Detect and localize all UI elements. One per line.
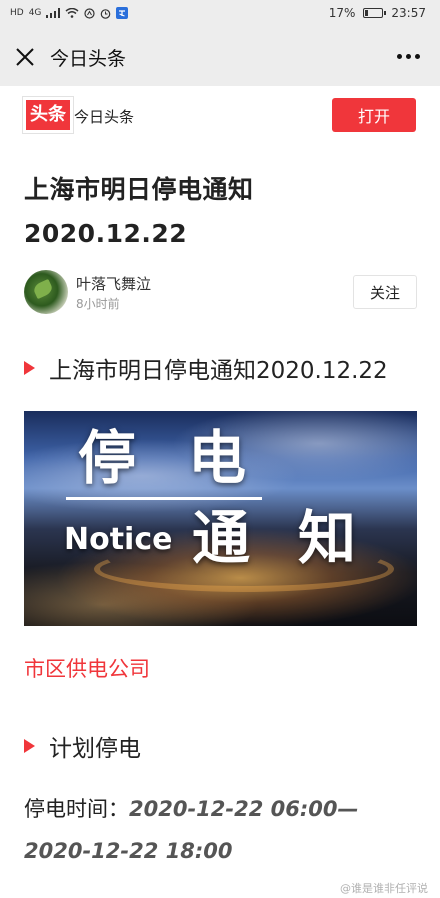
avatar[interactable] [24, 270, 68, 314]
article-title: 上海市明日停电通知 2020.12.22 [24, 168, 420, 256]
image-char-zhi: 知 [298, 504, 357, 572]
title-line-1: 上海市明日停电通知 [24, 175, 254, 204]
section-heading: 上海市明日停电通知2020.12.22 [24, 351, 388, 385]
nav-bar: 今日头条 [0, 28, 440, 86]
author-row: 叶落飞舞泣 8小时前 关注 [0, 268, 440, 318]
close-button[interactable] [12, 44, 38, 70]
company-name: 市区供电公司 [24, 657, 150, 681]
image-notice-word: Notice [64, 522, 173, 557]
triangle-bullet-icon [24, 361, 35, 375]
more-dot-icon [397, 54, 402, 59]
app-name: 今日头条 [74, 108, 135, 126]
status-right: 17% 23:57 [329, 6, 426, 20]
network-label: 4G [28, 8, 42, 18]
battery-fill [365, 10, 369, 16]
outage-time: 停电时间：2020-12-22 06:00— 2020-12-22 18:00 [24, 788, 424, 872]
signal-icon [46, 8, 61, 18]
battery-icon [363, 8, 387, 18]
status-bar: HD 4G 17% 23:57 [0, 0, 440, 28]
battery-percent: 17% [328, 6, 356, 20]
close-icon [16, 48, 34, 66]
outage-time-start: 2020-12-22 06:00— [129, 797, 359, 821]
publish-time: 8小时前 [76, 297, 120, 311]
outage-time-end: 2020-12-22 18:00 [24, 839, 233, 863]
nfc-icon [84, 7, 96, 19]
more-button[interactable] [397, 54, 420, 59]
watermark: @谁是谁非任评说 [340, 882, 428, 895]
title-line-2: 2020.12.22 [24, 219, 188, 248]
image-divider [66, 497, 262, 500]
notice-image[interactable]: 停 电 Notice 通 知 [24, 411, 417, 626]
wifi-icon [65, 8, 79, 18]
more-dot-icon [406, 54, 411, 59]
app-banner: 头条 今日头条 打开 [0, 86, 440, 148]
triangle-bullet-icon [24, 739, 35, 753]
alarm-icon [101, 8, 111, 19]
open-app-button[interactable]: 打开 [332, 98, 416, 132]
image-char-dian: 电 [188, 424, 247, 492]
status-left: HD 4G [10, 7, 129, 19]
follow-button[interactable]: 关注 [353, 275, 417, 309]
hd-label: HD [10, 8, 24, 18]
section-heading-text: 计划停电 [49, 736, 141, 762]
image-char-ting: 停 [78, 424, 137, 492]
toutiao-logo: 头条 [26, 100, 70, 130]
clock: 23:57 [391, 6, 426, 20]
author-name[interactable]: 叶落飞舞泣 [76, 273, 151, 294]
section-heading-text: 上海市明日停电通知2020.12.22 [49, 358, 388, 384]
image-char-tong: 通 [192, 504, 251, 572]
nav-title: 今日头条 [50, 48, 127, 70]
outage-time-line-1: 停电时间：2020-12-22 06:00— [24, 788, 424, 830]
outage-time-label: 停电时间： [24, 797, 129, 821]
app-notification-icon [116, 7, 129, 19]
more-dot-icon [415, 54, 420, 59]
section-heading-plan: 计划停电 [24, 729, 141, 763]
